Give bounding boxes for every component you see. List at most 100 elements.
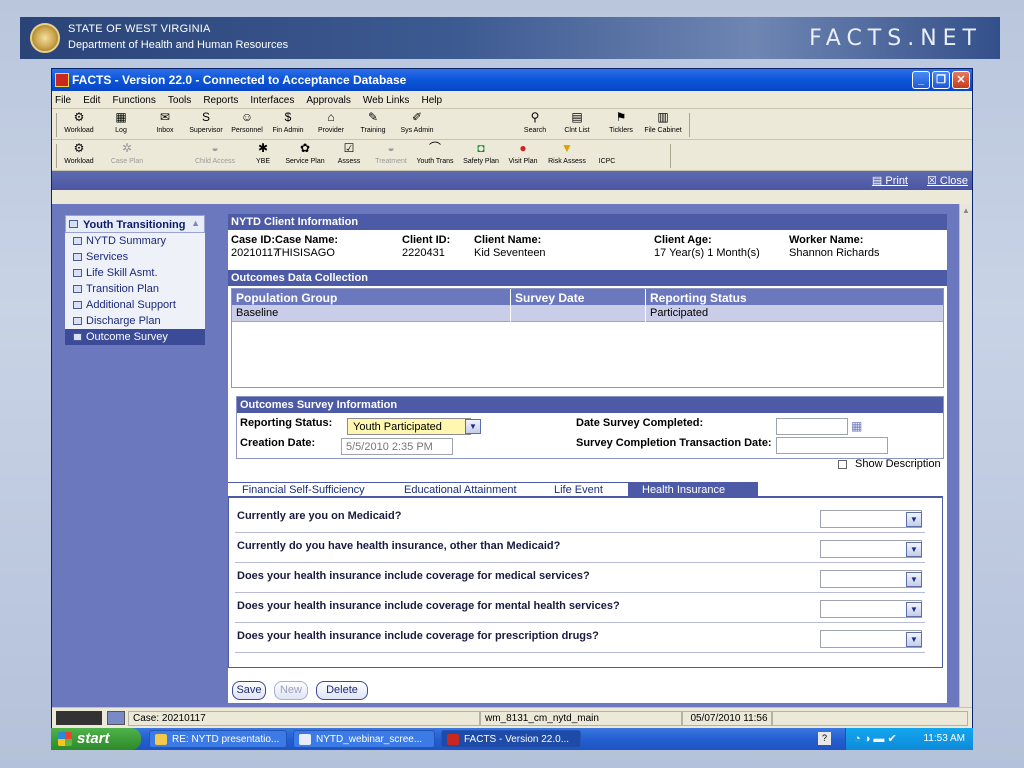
toolbar-client-list[interactable]: ▤ Clnt List [556,111,598,135]
menu-tools[interactable]: Tools [168,95,191,106]
menu-edit[interactable]: Edit [83,95,100,106]
sidebar-item-transition-plan[interactable]: Transition Plan [65,281,205,297]
menu-functions[interactable]: Functions [112,95,155,106]
sidebar-item-additional-support[interactable]: Additional Support [65,297,205,313]
menu-reports[interactable]: Reports [203,95,238,106]
outcome-survey-panel: NYTD Client Information Case ID: 2021011… [228,214,947,703]
print-link[interactable]: ▤ Print [872,174,908,187]
toolbar2-risk-assess[interactable]: ▼ Risk Assess [546,142,588,166]
chevron-down-icon[interactable]: ▼ [906,632,922,647]
training-icon: ✎ [367,110,379,124]
col-survey-date[interactable]: Survey Date [515,291,584,305]
status-empty [772,711,968,726]
content-header-bar: ▤ Print ☒ Close [52,171,972,190]
calendar-icon[interactable]: ▦ [851,419,862,433]
toolbar2-treatment[interactable]: ◒ Treatment [370,142,412,166]
task-facts[interactable]: FACTS - Version 22.0... [441,730,581,748]
sidebar-item-outcome-survey[interactable]: Outcome Survey [65,329,205,345]
toolbar2-child-access[interactable]: ◒ Child Access [194,142,236,166]
sidebar-item-nytd-summary[interactable]: NYTD Summary [65,233,205,249]
chevron-down-icon[interactable]: ▼ [465,419,481,434]
new-button[interactable]: New [274,681,308,700]
toolbar2-case-plan[interactable]: ✲ Case Plan [106,142,148,166]
chevron-down-icon[interactable]: ▼ [906,542,922,557]
toolbar-provider[interactable]: ⌂ Provider [310,110,352,135]
reporting-status-select[interactable]: Youth Participated [347,418,471,435]
tools-icon[interactable] [107,711,125,725]
maximize-button[interactable]: ❐ [932,71,950,89]
toolbar2-safety-plan[interactable]: ◘ Safety Plan [460,142,502,166]
save-button[interactable]: Save [232,681,266,700]
tab-educational-attainment[interactable]: Educational Attainment [390,482,540,497]
provider-icon: ⌂ [327,110,335,124]
client-age-value: 17 Year(s) 1 Month(s) [654,247,760,259]
toolbar2-icpc[interactable]: ICPC [586,142,628,165]
show-description-checkbox[interactable] [838,460,847,469]
toolbar2-service-plan[interactable]: ✿ Service Plan [284,142,326,166]
sidebar-item-discharge-plan[interactable]: Discharge Plan [65,313,205,329]
start-button[interactable]: start [51,728,141,750]
tab-financial-self-sufficiency[interactable]: Financial Self-Sufficiency [228,482,390,497]
toolbar-supervisor[interactable]: S Supervisor [185,110,227,135]
toolbar2-ybe[interactable]: ✱ YBE [242,142,284,166]
chevron-down-icon[interactable]: ▼ [906,512,922,527]
toolbar2-assess[interactable]: ☑ Assess [328,142,370,166]
delete-button[interactable]: Delete [316,681,368,700]
tray-icons[interactable]: ◔ ◑ ▬ ✔ [854,732,897,745]
col-reporting-status[interactable]: Reporting Status [650,291,747,305]
help-icon[interactable]: ? [818,732,831,745]
col-population-group[interactable]: Population Group [236,291,337,305]
facts-net-logo: FACTS.NET [809,26,982,51]
sidebar-item-services[interactable]: Services [65,249,205,265]
search-icon: ⚲ [530,110,540,124]
sidebar-header[interactable]: Youth Transitioning ▲ [65,215,205,233]
facts-app-icon [55,73,69,87]
document-icon [73,237,82,245]
minimize-button[interactable]: _ [912,71,930,89]
menu-web-links[interactable]: Web Links [363,95,410,106]
menu-help[interactable]: Help [422,95,443,106]
document-icon [73,317,82,325]
window-titlebar[interactable]: FACTS - Version 22.0 - Connected to Acce… [52,69,972,91]
vertical-scrollbar[interactable]: ▲ [959,204,972,707]
close-link[interactable]: ☒ Close [927,174,968,187]
toolbar-inbox[interactable]: ✉ Inbox [144,111,186,135]
close-window-button[interactable]: ✕ [952,71,970,89]
toolbar-file-cabinet[interactable]: ▥ File Cabinet [642,111,684,135]
collapse-icon[interactable]: ▲ [191,218,200,228]
document-icon [73,285,82,293]
tab-health-insurance[interactable]: Health Insurance [628,482,758,497]
toolbar-personnel[interactable]: ☺ Personnel [226,111,268,135]
toolbar2-workload[interactable]: ⚙ Workload [58,142,100,166]
scroll-up-icon[interactable]: ▲ [962,206,970,215]
status-datetime: 05/07/2010 11:56 [682,711,772,726]
toolbar-search[interactable]: ⚲ Search [514,110,556,135]
client-name-value: Kid Seventeen [474,247,546,259]
tab-life-event[interactable]: Life Event [540,482,638,497]
toolbar-log[interactable]: ▦ Log [100,111,142,135]
toolbar2-visit-plan[interactable]: ● Visit Plan [502,142,544,166]
toolbar-sys-admin[interactable]: ✐ Sys Admin [396,111,438,135]
menu-approvals[interactable]: Approvals [306,95,350,106]
table-row[interactable]: Baseline Participated [232,305,943,322]
supervisor-icon: S [201,110,210,124]
toolbar2-youth-trans[interactable]: ⌒ Youth Trans [414,142,456,166]
menu-file[interactable]: File [55,95,71,106]
task-webinar[interactable]: NYTD_webinar_scree... [293,730,435,748]
chevron-down-icon[interactable]: ▼ [906,572,922,587]
sidebar-item-life-skill-asmt[interactable]: Life Skill Asmt. [65,265,205,281]
workload-icon: ⚙ [73,110,85,124]
survey-info-box: Outcomes Survey Information Reporting St… [236,396,944,459]
toolbar-workload[interactable]: ⚙ Workload [58,110,100,135]
toolbar-training[interactable]: ✎ Training [352,110,394,135]
cell-population-group: Baseline [236,307,279,319]
menu-interfaces[interactable]: Interfaces [250,95,294,106]
task-email[interactable]: RE: NYTD presentatio... [149,730,287,748]
chevron-down-icon[interactable]: ▼ [906,602,922,617]
client-id-value: 2220431 [402,247,445,259]
survey-tabs: Financial Self-Sufficiency Educational A… [228,478,947,497]
survey-info-header: Outcomes Survey Information [237,397,943,413]
toolbar-ticklers[interactable]: ⚑ Ticklers [600,111,642,135]
toolbar-fin-admin[interactable]: $ Fin Admin [267,111,309,135]
date-survey-completed-field[interactable] [776,418,848,435]
